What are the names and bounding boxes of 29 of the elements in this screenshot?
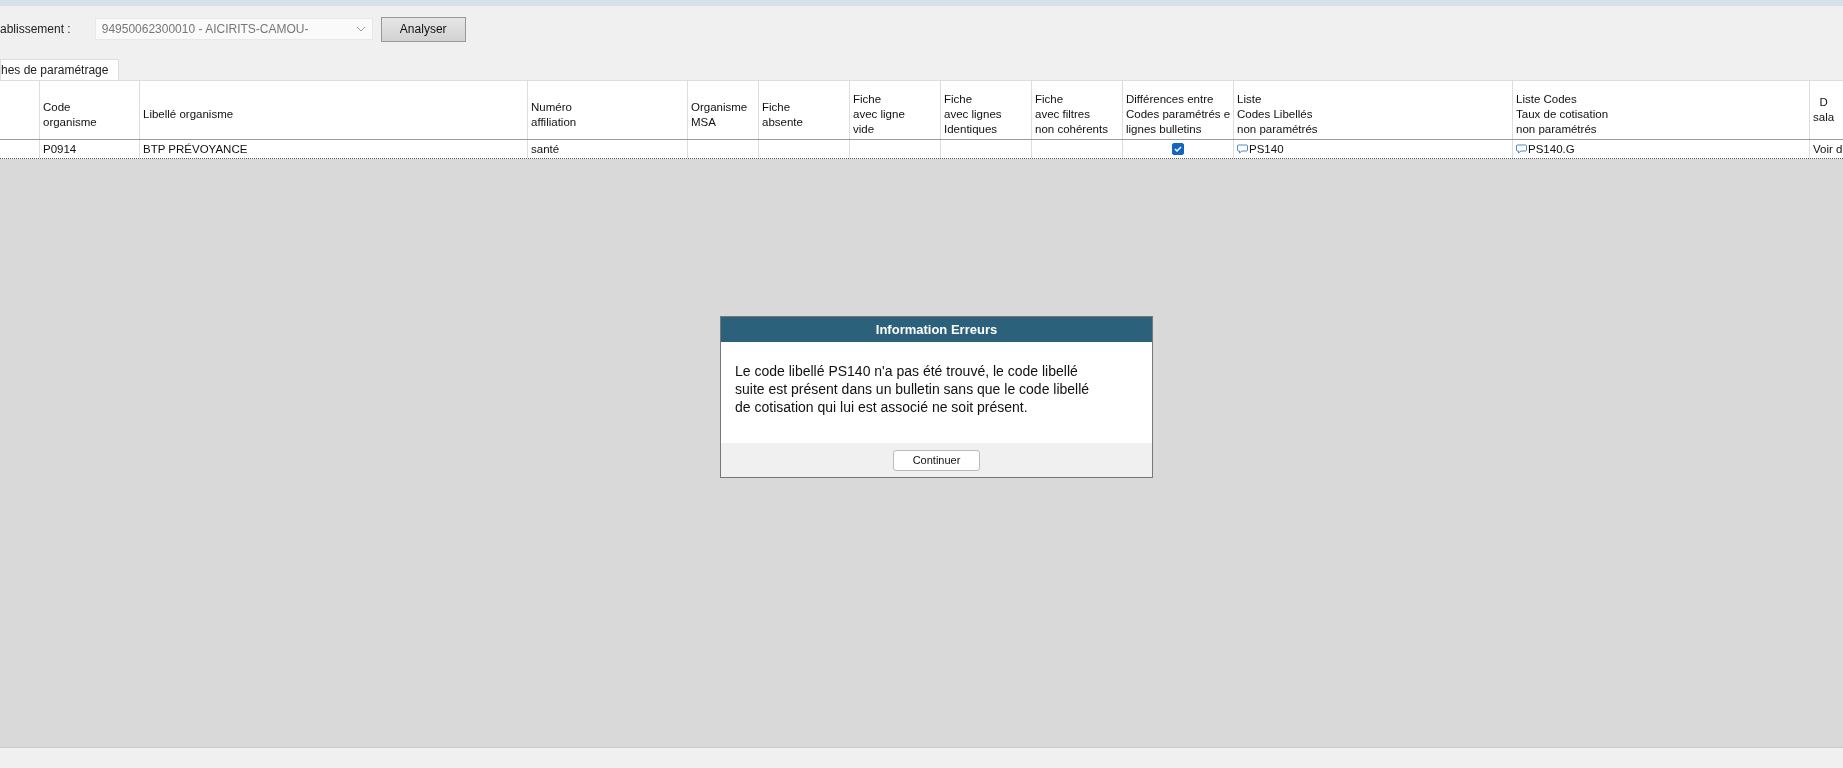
establishment-dropdown[interactable]: 94950062300010 - AICIRITS-CAMOU- bbox=[94, 18, 373, 40]
column-header: Libellé organisme bbox=[143, 107, 234, 122]
continue-button[interactable]: Continuer bbox=[893, 449, 980, 471]
column-header: Numéro affiliation bbox=[531, 99, 577, 130]
column-header: Fiche absente bbox=[762, 99, 803, 130]
speech-bubble-icon[interactable] bbox=[1237, 144, 1248, 154]
tab[interactable]: hes de paramétrage bbox=[0, 59, 120, 80]
establishment-label: ablissement : bbox=[0, 22, 71, 36]
analyze-button[interactable]: Analyser bbox=[380, 16, 466, 42]
table-cell: Voir d bbox=[1813, 143, 1843, 155]
column-header: Code organisme bbox=[43, 99, 97, 130]
table-cell: PS140 bbox=[1249, 143, 1284, 155]
error-message: Le code libellé PS140 n'a pas été trouvé, le code libellé suite est présent dans un bulletin sans que le code libellé de cotisation qui lui est associé ne soit présent. bbox=[735, 362, 1091, 416]
column-header: Liste Codes Libellés non paramétrés bbox=[1237, 92, 1318, 137]
table-cell: P0914 bbox=[43, 143, 77, 155]
table-cell: PS140.G bbox=[1528, 143, 1575, 155]
table-cell: santé bbox=[531, 143, 560, 155]
column-header: Fiche avec filtres non cohérents bbox=[1035, 92, 1108, 137]
table-cell: BTP PRÉVOYANCE bbox=[143, 143, 248, 155]
column-header: Liste Codes Taux de cotisation non paramétrés bbox=[1516, 92, 1609, 137]
column-header: Fiche avec lignes Identiques bbox=[944, 92, 1002, 137]
dialog-title: Information Erreurs bbox=[721, 317, 1152, 342]
speech-bubble-icon[interactable] bbox=[1516, 144, 1527, 154]
checkbox[interactable] bbox=[1172, 143, 1184, 155]
column-header: Différences entre Codes paramétrés e lignes bulletins bbox=[1126, 92, 1231, 137]
column-header: Organisme MSA bbox=[691, 99, 748, 130]
column-header: D sala bbox=[1813, 95, 1835, 125]
chevron-down-icon bbox=[355, 26, 366, 32]
column-header: Fiche avec ligne vide bbox=[853, 92, 905, 137]
